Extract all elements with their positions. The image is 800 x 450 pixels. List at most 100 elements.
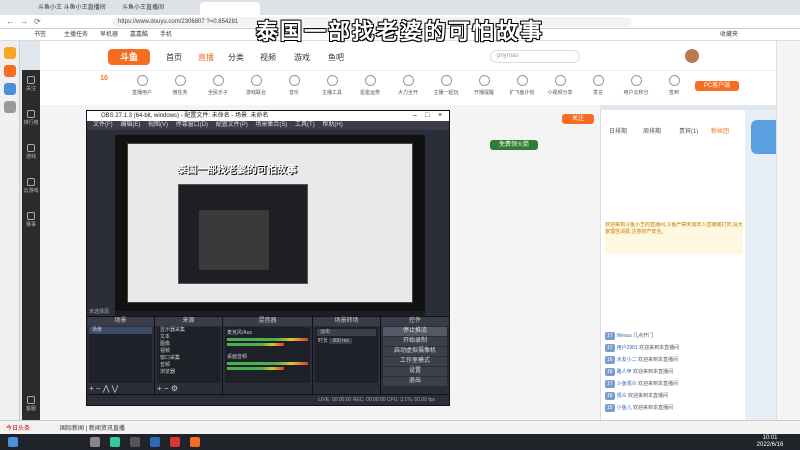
obs-icon[interactable] — [130, 437, 140, 447]
start-icon[interactable] — [8, 437, 18, 447]
up-icon[interactable]: ⋀ — [103, 384, 110, 393]
follow-button[interactable]: 关注 — [562, 114, 594, 124]
menu-tools[interactable]: 工具(T) — [295, 122, 315, 128]
app-icon[interactable] — [4, 65, 16, 77]
nav-games[interactable]: 游戏 — [294, 52, 310, 63]
volume-slider[interactable] — [227, 367, 284, 370]
remove-icon[interactable]: − — [96, 384, 101, 393]
tab-douyu-1[interactable]: 斗鱼小王 斗鱼小王直播间 — [34, 2, 114, 15]
obs-preview[interactable]: 泰国一部找老婆的可怕故事 — [115, 135, 425, 311]
bookmark-item[interactable]: 主播任务 — [64, 29, 88, 41]
menu-profile[interactable]: 配置文件(P) — [216, 122, 248, 128]
menu-docks[interactable]: 停靠窗口(D) — [176, 122, 208, 128]
nav-service[interactable]: 客服 — [22, 396, 40, 412]
bookmark-item[interactable]: 书签 — [34, 29, 46, 41]
nav-events[interactable]: 赛事 — [22, 212, 40, 228]
cat-item[interactable]: 微任务 — [166, 75, 194, 96]
cat-item[interactable]: 签到 — [660, 75, 688, 96]
chat-user[interactable]: 用户2981 — [617, 345, 638, 351]
source-item[interactable]: 图像 — [157, 341, 220, 348]
volume-slider[interactable] — [227, 343, 284, 346]
source-item[interactable]: 音频 — [157, 362, 220, 369]
nav-video[interactable]: 视频 — [260, 52, 276, 63]
bookmark-item[interactable]: 嘉嘉酷 — [130, 29, 148, 41]
remove-icon[interactable]: − — [164, 384, 169, 393]
down-icon[interactable]: ⋁ — [112, 384, 119, 393]
douyu-icon[interactable] — [190, 437, 200, 447]
chat-user[interactable]: 路人甲 — [617, 369, 632, 375]
app-icon[interactable] — [4, 101, 16, 113]
cat-item[interactable]: 开播提醒 — [470, 75, 498, 96]
minimize-icon[interactable]: – — [413, 112, 417, 119]
app-icon[interactable] — [110, 437, 120, 447]
tab-douyu-2[interactable]: 斗鱼小王直播间 — [118, 2, 196, 15]
cat-item[interactable]: 扩飞鱼计划 — [508, 75, 536, 96]
cat-item[interactable]: 用户云积分 — [622, 75, 650, 96]
source-item[interactable]: 浏览器 — [157, 369, 220, 376]
gear-icon[interactable]: ⚙ — [171, 384, 178, 393]
nav-rank[interactable]: 排行榜 — [22, 110, 40, 126]
news-ticker[interactable]: 国际新闻 | 新闻资讯直播 — [60, 423, 125, 432]
back-icon[interactable]: ← — [6, 17, 14, 26]
chat-user[interactable]: 小鱼儿 — [617, 405, 632, 411]
chat-user[interactable]: 斗鱼观众 — [617, 381, 637, 387]
app-icon[interactable] — [90, 437, 100, 447]
level-badge[interactable]: 10 — [90, 75, 118, 82]
chat-user[interactable]: Wesus — [617, 333, 632, 339]
tab-weekly[interactable]: 周排期 — [643, 126, 661, 135]
app-icon[interactable] — [150, 437, 160, 447]
nav-game[interactable]: 游戏 — [22, 144, 40, 160]
nav-live[interactable]: 直播 — [198, 52, 214, 63]
cat-item[interactable]: 直播用户 — [128, 75, 156, 96]
source-item[interactable]: 显示器采集 — [157, 327, 220, 334]
menu-view[interactable]: 视图(V) — [148, 122, 168, 128]
app-icon[interactable] — [4, 83, 16, 95]
url-input[interactable]: https://www.douyu.com/2306807 ?=0.854281 — [112, 17, 632, 27]
tab-vip[interactable]: 贵宾(1) — [679, 126, 698, 135]
transition-select[interactable]: 淡出 — [317, 329, 376, 336]
add-icon[interactable]: + — [89, 384, 94, 393]
virtual-camera-button[interactable]: 启动虚拟摄像机 — [383, 347, 447, 356]
reload-icon[interactable]: ⟳ — [34, 17, 41, 26]
source-item[interactable]: 窗口采集 — [157, 355, 220, 362]
menu-file[interactable]: 文件(F) — [93, 122, 113, 128]
clock-date[interactable]: 2022/6/16 — [750, 442, 790, 448]
chat-user[interactable]: 水友小二 — [617, 357, 637, 363]
nav-cloud-game[interactable]: 云游戏 — [22, 178, 40, 194]
nav-home[interactable]: 首页 — [166, 52, 182, 63]
douyu-logo[interactable]: 斗鱼 — [108, 49, 150, 65]
close-icon[interactable]: × — [438, 112, 442, 119]
add-icon[interactable]: + — [157, 384, 162, 393]
stop-streaming-button[interactable]: 停止推流 — [383, 327, 447, 336]
forward-icon[interactable]: → — [20, 17, 28, 26]
bookmark-item[interactable]: 早机器 — [100, 29, 118, 41]
cat-item[interactable]: 小视频分享 — [546, 75, 574, 96]
source-item[interactable]: 文本 — [157, 334, 220, 341]
menu-help[interactable]: 帮助(H) — [322, 122, 342, 128]
nav-follow[interactable]: 关注 — [22, 76, 40, 92]
cat-item[interactable]: 星座运势 — [356, 75, 384, 96]
maximize-icon[interactable]: □ — [425, 112, 429, 119]
cat-item[interactable]: 全民乐子 — [204, 75, 232, 96]
rocket-button[interactable]: 免费领火箭 — [490, 140, 538, 150]
clock-time[interactable]: 10:01 — [750, 435, 790, 441]
menu-scene-collection[interactable]: 场景集合(S) — [255, 122, 287, 128]
studio-mode-button[interactable]: 工作室模式 — [383, 357, 447, 366]
tab-active[interactable] — [200, 2, 260, 15]
avatar[interactable] — [685, 49, 699, 63]
bookmark-item[interactable]: 手机 — [160, 29, 172, 41]
menu-edit[interactable]: 编辑(E) — [120, 122, 140, 128]
app-icon[interactable] — [170, 437, 180, 447]
source-item[interactable]: 视频 — [157, 348, 220, 355]
exit-button[interactable]: 退出 — [383, 377, 447, 386]
pc-client-button[interactable]: PC客户端 — [695, 81, 739, 91]
cat-item[interactable]: 主播工具 — [318, 75, 346, 96]
cat-item[interactable]: 大力全开 — [394, 75, 422, 96]
nav-fishbar[interactable]: 鱼吧 — [328, 52, 344, 63]
nav-category[interactable]: 分类 — [228, 52, 244, 63]
bookmark-item[interactable]: 收藏夹 — [720, 29, 738, 41]
tab-daily[interactable]: 日排期 — [609, 126, 627, 135]
cat-item[interactable]: 音乐 — [280, 75, 308, 96]
start-recording-button[interactable]: 开始录制 — [383, 337, 447, 346]
settings-button[interactable]: 设置 — [383, 367, 447, 376]
